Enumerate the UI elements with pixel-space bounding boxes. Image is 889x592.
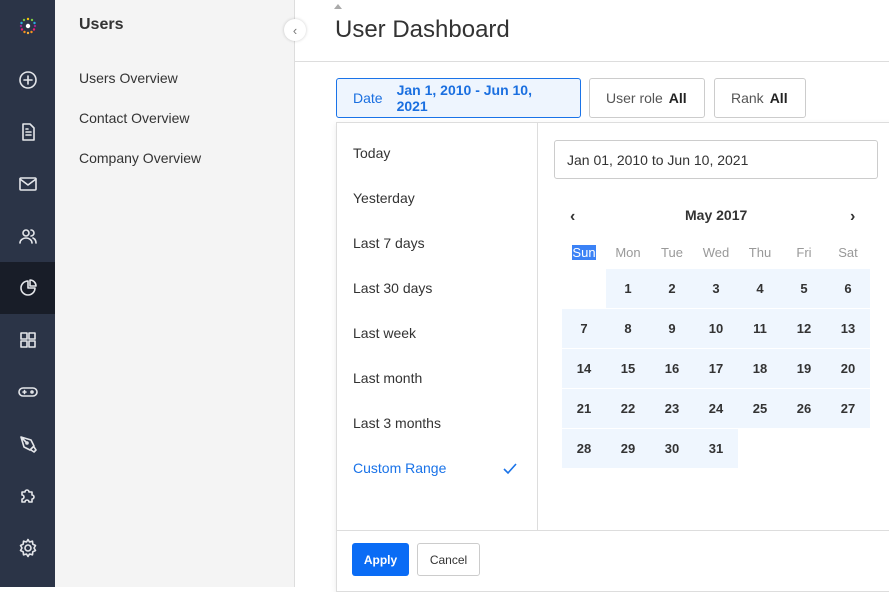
date-filter-value: Jan 1, 2010 - Jun 10, 2021 [396, 82, 532, 114]
gear-icon[interactable] [0, 522, 55, 574]
mail-icon[interactable] [0, 158, 55, 210]
logo-icon[interactable] [0, 0, 55, 52]
calendar-day[interactable]: 17 [694, 349, 738, 388]
calendar-day[interactable]: 4 [738, 269, 782, 308]
calendar-day[interactable]: 8 [606, 309, 650, 348]
pie-chart-icon[interactable] [0, 262, 55, 314]
calendar-day[interactable]: 18 [738, 349, 782, 388]
page-title: User Dashboard [335, 16, 510, 43]
submenu-panel: Users Users Overview Contact Overview Co… [55, 0, 342, 587]
date-range-input[interactable]: Jan 01, 2010 to Jun 10, 2021 [554, 140, 878, 179]
picker-footer: Apply Cancel [337, 530, 889, 590]
calendar-day[interactable]: 28 [562, 429, 606, 468]
grid-icon[interactable] [0, 314, 55, 366]
weekday-header: Tue [650, 245, 694, 260]
calendar-day[interactable]: 24 [694, 389, 738, 428]
range-list: Today Yesterday Last 7 days Last 30 days Las… [337, 123, 538, 530]
calendar-day[interactable]: 12 [782, 309, 826, 348]
weekday-header: Wed [694, 245, 738, 260]
weekday-header: Sun [562, 245, 606, 260]
icon-rail [0, 0, 55, 587]
submenu-title: Users [79, 16, 124, 33]
range-option[interactable]: Last 3 months [353, 415, 441, 431]
calendar-day[interactable]: 19 [782, 349, 826, 388]
page-header: User Dashboard [295, 0, 889, 62]
month-title: May 2017 [685, 207, 748, 223]
weekday-header: Fri [782, 245, 826, 260]
calendar-day[interactable]: 23 [650, 389, 694, 428]
weekday-label: Wed [702, 245, 730, 260]
range-option[interactable]: Custom Range [353, 460, 446, 476]
next-month-button[interactable]: › [850, 208, 855, 226]
calendar-day[interactable]: 15 [606, 349, 650, 388]
weekday-label: Mon [615, 245, 641, 260]
calendar-day[interactable]: 6 [826, 269, 870, 308]
weekday-label: Sat [838, 245, 858, 260]
submenu-item-users-overview[interactable]: Users Overview [79, 70, 178, 86]
calendar-day[interactable]: 9 [650, 309, 694, 348]
puzzle-icon[interactable] [0, 470, 55, 522]
calendar-day[interactable]: 21 [562, 389, 606, 428]
weekday-label: Fri [796, 245, 812, 260]
prev-month-button[interactable]: ‹ [570, 208, 575, 226]
range-option[interactable]: Last 7 days [353, 235, 425, 251]
gamepad-icon[interactable] [0, 366, 55, 418]
submenu-item-company-overview[interactable]: Company Overview [79, 150, 201, 166]
calendar-day[interactable]: 30 [650, 429, 694, 468]
users-icon[interactable] [0, 210, 55, 262]
calendar-day[interactable]: 1 [606, 269, 650, 308]
range-option[interactable]: Last 30 days [353, 280, 432, 296]
weekday-header: Thu [738, 245, 782, 260]
weekday-header: Mon [606, 245, 650, 260]
cancel-button[interactable]: Cancel [417, 543, 480, 576]
date-filter-button[interactable]: Date Jan 1, 2010 - Jun 10, 2021 [336, 78, 581, 118]
rank-value: All [769, 90, 788, 106]
weekday-header: Sat [826, 245, 870, 260]
weekday-label: Sun [572, 245, 596, 260]
range-option[interactable]: Today [353, 145, 390, 161]
user-role-filter-button[interactable]: User role All [589, 78, 705, 118]
calendar-day[interactable]: 10 [694, 309, 738, 348]
calendar-day[interactable]: 20 [826, 349, 870, 388]
calendar-day[interactable]: 5 [782, 269, 826, 308]
range-option[interactable]: Yesterday [353, 190, 415, 206]
calendar-day[interactable]: 13 [826, 309, 870, 348]
checkmark-icon [503, 463, 517, 475]
collapse-sidebar-button[interactable]: ‹ [284, 19, 306, 41]
submenu-item-contact-overview[interactable]: Contact Overview [79, 110, 189, 126]
apply-button[interactable]: Apply [352, 543, 409, 576]
calendar-day[interactable]: 14 [562, 349, 606, 388]
calendar-day[interactable]: 22 [606, 389, 650, 428]
calendar-day[interactable]: 29 [606, 429, 650, 468]
range-option[interactable]: Last week [353, 325, 416, 341]
range-option[interactable]: Last month [353, 370, 422, 386]
user-role-value: All [668, 90, 687, 106]
calendar-day[interactable]: 16 [650, 349, 694, 388]
calendar-day[interactable]: 7 [562, 309, 606, 348]
calendar-day[interactable]: 11 [738, 309, 782, 348]
rank-filter-button[interactable]: Rank All [714, 78, 806, 118]
user-role-label: User role [606, 90, 663, 106]
weekday-label: Tue [661, 245, 683, 260]
calendar-day[interactable]: 27 [826, 389, 870, 428]
date-filter-label: Date [353, 90, 383, 106]
pen-tool-icon[interactable] [0, 418, 55, 470]
chevron-left-icon: ‹ [292, 22, 298, 38]
calendar-day[interactable]: 25 [738, 389, 782, 428]
calendar-day[interactable]: 31 [694, 429, 738, 468]
calendar-day[interactable]: 3 [694, 269, 738, 308]
weekday-label: Thu [748, 245, 772, 260]
calendar-day[interactable]: 26 [782, 389, 826, 428]
rank-label: Rank [731, 90, 764, 106]
calendar-day[interactable]: 2 [650, 269, 694, 308]
plus-circle-icon[interactable] [0, 54, 55, 106]
date-picker-dropdown: Today Yesterday Last 7 days Last 30 days Las… [336, 122, 889, 592]
document-icon[interactable] [0, 106, 55, 158]
